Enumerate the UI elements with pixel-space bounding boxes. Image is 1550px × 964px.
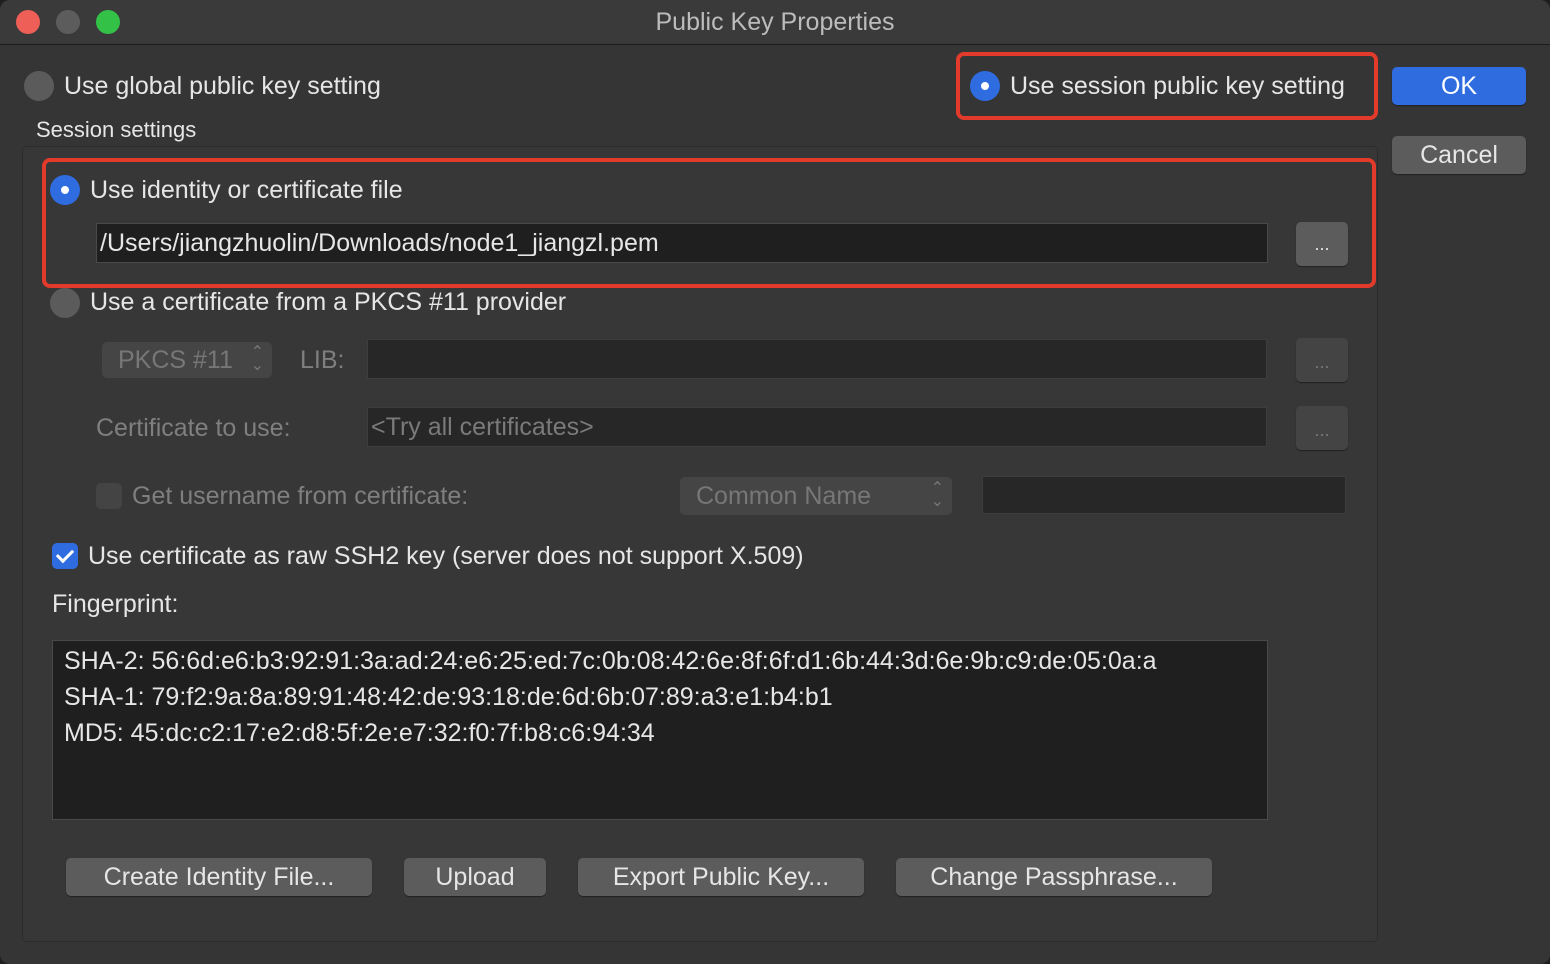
raw-ssh2-label: Use certificate as raw SSH2 key (server … <box>88 542 804 570</box>
pkcs11-type-popup[interactable]: PKCS #11 ⌃ ⌄ <box>102 342 272 378</box>
public-key-properties-dialog: Public Key Properties Use global public … <box>0 0 1550 964</box>
certificate-to-use-field[interactable]: <Try all certificates> <box>367 407 1267 447</box>
global-key-label: Use global public key setting <box>64 72 381 100</box>
lib-path-field[interactable] <box>367 339 1267 379</box>
popup-arrows-icon: ⌃ ⌄ <box>930 480 944 510</box>
certificate-browse-button[interactable]: ... <box>1296 406 1348 450</box>
popup-arrows-icon: ⌃ ⌄ <box>250 344 264 374</box>
raw-ssh2-checkbox[interactable] <box>52 543 78 569</box>
identity-file-browse-button[interactable]: ... <box>1296 222 1348 266</box>
identity-file-radio[interactable] <box>50 175 80 205</box>
fingerprint-sha1: SHA-1: 79:f2:9a:8a:89:91:48:42:de:93:18:… <box>64 683 833 711</box>
pkcs11-radio[interactable] <box>50 288 80 318</box>
get-username-label: Get username from certificate: <box>132 482 469 510</box>
session-key-radio[interactable] <box>970 71 1000 101</box>
lib-label: LIB: <box>300 346 345 374</box>
title-bar: Public Key Properties <box>0 0 1550 45</box>
username-field[interactable] <box>982 476 1346 514</box>
lib-browse-button[interactable]: ... <box>1296 338 1348 382</box>
ok-button[interactable]: OK <box>1392 67 1526 105</box>
identity-file-path-field[interactable]: /Users/jiangzhuolin/Downloads/node1_jian… <box>96 223 1268 263</box>
upload-button[interactable]: Upload <box>404 858 546 896</box>
global-key-radio[interactable] <box>24 71 54 101</box>
get-username-checkbox[interactable] <box>96 483 122 509</box>
fingerprint-box: SHA-2: 56:6d:e6:b3:92:91:3a:ad:24:e6:25:… <box>52 640 1268 820</box>
create-identity-file-button[interactable]: Create Identity File... <box>66 858 372 896</box>
session-key-label: Use session public key setting <box>1010 72 1345 100</box>
fingerprint-md5: MD5: 45:dc:c2:17:e2:d8:5f:2e:e7:32:f0:7f… <box>64 719 655 747</box>
cancel-button[interactable]: Cancel <box>1392 136 1526 174</box>
fingerprint-sha2: SHA-2: 56:6d:e6:b3:92:91:3a:ad:24:e6:25:… <box>64 647 1157 675</box>
fingerprint-label: Fingerprint: <box>52 590 179 618</box>
username-source-value: Common Name <box>696 482 872 510</box>
pkcs11-label: Use a certificate from a PKCS #11 provid… <box>90 288 567 316</box>
certificate-to-use-label: Certificate to use: <box>96 414 291 442</box>
username-source-popup[interactable]: Common Name ⌃ ⌄ <box>680 477 952 515</box>
window-title: Public Key Properties <box>655 8 895 36</box>
export-public-key-button[interactable]: Export Public Key... <box>578 858 864 896</box>
pkcs11-type-value: PKCS #11 <box>118 346 233 374</box>
session-settings-heading: Session settings <box>36 117 197 142</box>
identity-file-label: Use identity or certificate file <box>90 176 403 204</box>
change-passphrase-button[interactable]: Change Passphrase... <box>896 858 1212 896</box>
